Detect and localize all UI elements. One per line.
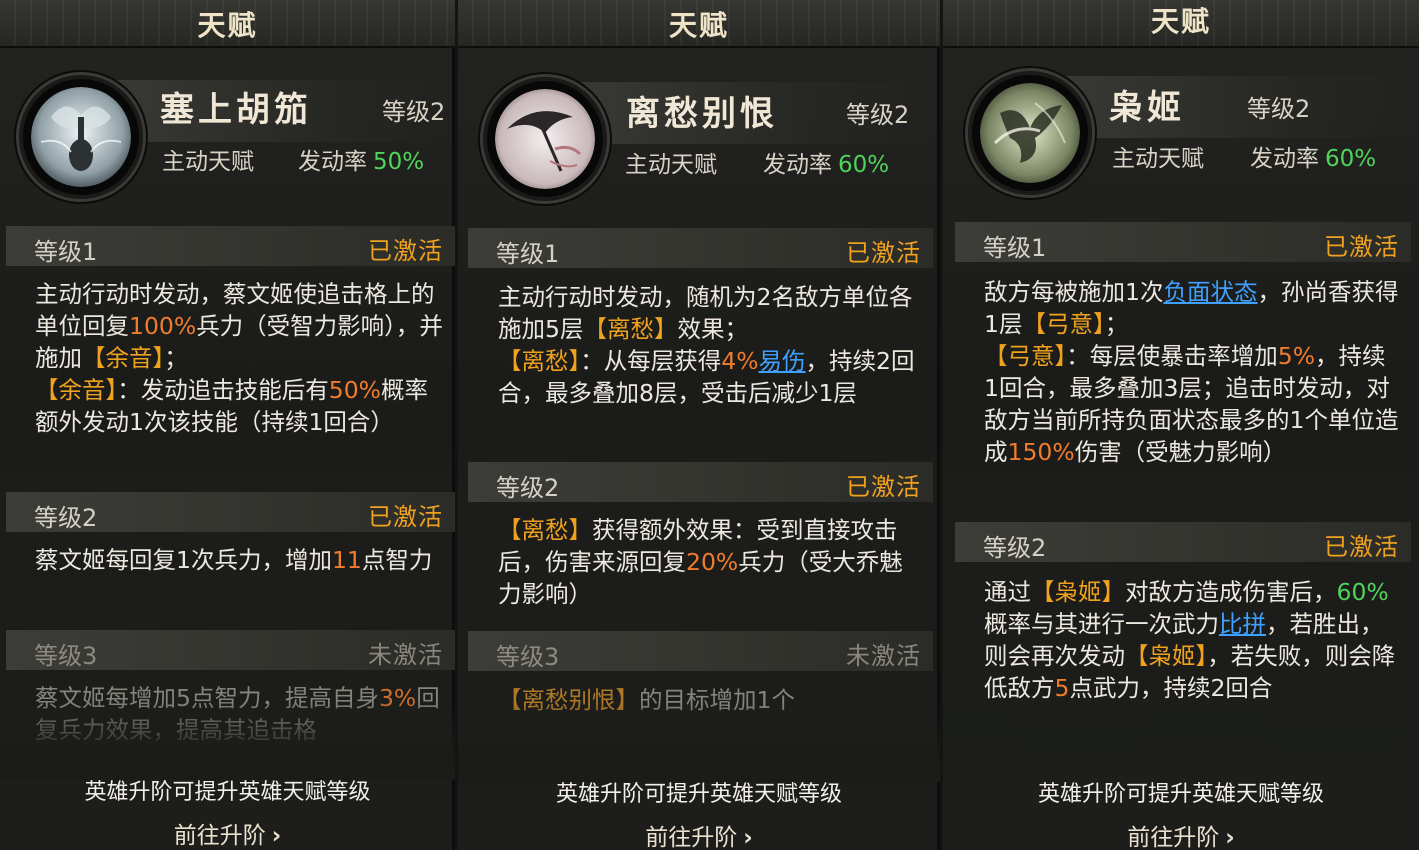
talent-name: 枭姬 <box>1109 88 1185 128</box>
talent-type: 主动天赋 <box>625 152 717 178</box>
trigger-rate-label: 发动率 <box>1250 146 1319 172</box>
duel-link[interactable]: 比拼 <box>1219 610 1266 638</box>
phoenix-icon <box>980 83 1080 183</box>
panel-title-bar: 天赋 <box>0 0 455 48</box>
pipa-icon <box>31 87 131 187</box>
level-status: 已激活 <box>368 237 443 265</box>
panel-title: 天赋 <box>1150 5 1211 38</box>
level-2-description: 通过【枭姬】对敌方造成伤害后，60%概率与其进行一次武力比拼，若胜出，则会再次发… <box>984 578 1396 702</box>
trigger-rate-value: 50% <box>373 149 425 175</box>
level-status: 未激活 <box>368 641 443 669</box>
level-1-header: 等级1 已激活 <box>955 222 1411 262</box>
level-1-description: 主动行动时发动，蔡文姬使追击格上的单位回复100%兵力（受智力影响），并施加【余… <box>35 280 443 436</box>
talent-level: 等级2 <box>382 98 446 126</box>
goto-upgrade-link[interactable]: 前往升阶 › <box>458 818 940 850</box>
talent-level: 等级2 <box>846 101 910 129</box>
level-1-description: 敌方每被施加1次负面状态，孙尚香获得1层【弓意】； 【弓意】：每层使暴击率增加5%… <box>984 278 1399 466</box>
goto-upgrade-label[interactable]: 前往升阶 <box>645 825 738 850</box>
level-2-description: 蔡文姬每回复1次兵力，增加11点智力 <box>35 546 433 574</box>
talent-level: 等级2 <box>1247 95 1311 123</box>
goto-upgrade-label[interactable]: 前往升阶 <box>173 823 266 850</box>
chevron-right-icon: › <box>271 823 282 849</box>
level-name: 等级3 <box>496 643 560 671</box>
talent-panel-2: 天赋 离愁别恨 等级2 主动天赋 发动率 60% 等级1 已激活 主动行动时发动，… <box>458 0 940 850</box>
level-2-header: 等级2 已激活 <box>468 462 933 502</box>
level-name: 等级2 <box>34 504 98 532</box>
talent-icon-frame[interactable] <box>965 68 1095 198</box>
umbrella-icon <box>495 89 595 189</box>
level-name: 等级1 <box>496 240 560 268</box>
chevron-right-icon: › <box>1225 825 1235 850</box>
talent-icon-frame[interactable] <box>16 72 146 202</box>
level-3-header: 等级3 未激活 <box>6 630 455 670</box>
level-name: 等级3 <box>34 642 98 670</box>
talent-type: 主动天赋 <box>1112 146 1204 172</box>
upgrade-note: 英雄升阶可提升英雄天赋等级 <box>84 780 371 805</box>
level-2-header: 等级2 已激活 <box>955 522 1411 562</box>
level-3-header: 等级3 未激活 <box>468 631 933 671</box>
talent-name: 塞上胡笳 <box>160 90 312 130</box>
panel-title: 天赋 <box>197 9 258 42</box>
goto-upgrade-link[interactable]: 前往升阶 › <box>943 818 1419 850</box>
panel-title-bar: 天赋 <box>943 0 1419 48</box>
debuff-link[interactable]: 负面状态 <box>1163 278 1257 306</box>
trigger-rate-label: 发动率 <box>298 149 367 175</box>
level-1-header: 等级1 已激活 <box>468 228 933 268</box>
goto-upgrade-link[interactable]: 前往升阶 › <box>0 816 455 850</box>
trigger-rate: 发动率 60% <box>763 145 889 179</box>
level-status: 已激活 <box>1324 533 1399 561</box>
level-name: 等级2 <box>983 534 1047 562</box>
scroll-fade <box>0 700 455 780</box>
talent-icon-frame[interactable] <box>480 74 610 204</box>
trigger-rate-value: 60% <box>838 152 890 178</box>
trigger-rate-value: 60% <box>1325 146 1377 172</box>
level-name: 等级1 <box>983 234 1047 262</box>
goto-upgrade-label[interactable]: 前往升阶 <box>1127 825 1220 850</box>
level-status: 已激活 <box>368 503 443 531</box>
level-1-header: 等级1 已激活 <box>6 226 455 266</box>
level-2-description: 【离愁】获得额外效果：受到直接攻击后，伤害来源回复20%兵力（受大乔魅力影响） <box>498 516 903 608</box>
scroll-fade <box>458 702 940 782</box>
talent-panel-3: 天赋 枭姬 等级2 主动天赋 发动率 60% 等级1 已激活 敌方每被施加1次负面… <box>943 0 1419 850</box>
upgrade-note: 英雄升阶可提升英雄天赋等级 <box>1037 782 1324 807</box>
trigger-rate: 发动率 50% <box>298 142 424 176</box>
level-status: 已激活 <box>846 473 921 501</box>
level-status: 已激活 <box>846 239 921 267</box>
level-status: 未激活 <box>846 642 921 670</box>
level-2-header: 等级2 已激活 <box>6 492 455 532</box>
trigger-rate: 发动率 60% <box>1250 139 1376 173</box>
level-name: 等级2 <box>496 474 560 502</box>
upgrade-note: 英雄升阶可提升英雄天赋等级 <box>555 782 842 807</box>
level-status: 已激活 <box>1324 233 1399 261</box>
panel-title-bar: 天赋 <box>458 0 940 48</box>
panel-title: 天赋 <box>668 9 729 42</box>
talent-panel-1: 天赋 塞上胡笳 等级2 主动天赋 发动率 50% 等级1 已激活 主动行动时发动，… <box>0 0 455 850</box>
chevron-right-icon: › <box>743 825 753 850</box>
trigger-rate-label: 发动率 <box>763 152 832 178</box>
vulnerable-link[interactable]: 易伤 <box>759 347 806 375</box>
talent-name: 离愁别恨 <box>626 94 778 134</box>
talent-type: 主动天赋 <box>162 149 254 175</box>
level-1-description: 主动行动时发动，随机为2名敌方单位各施加5层【离愁】效果； 【离愁】：从每层获得4… <box>498 283 915 407</box>
level-name: 等级1 <box>34 238 98 266</box>
